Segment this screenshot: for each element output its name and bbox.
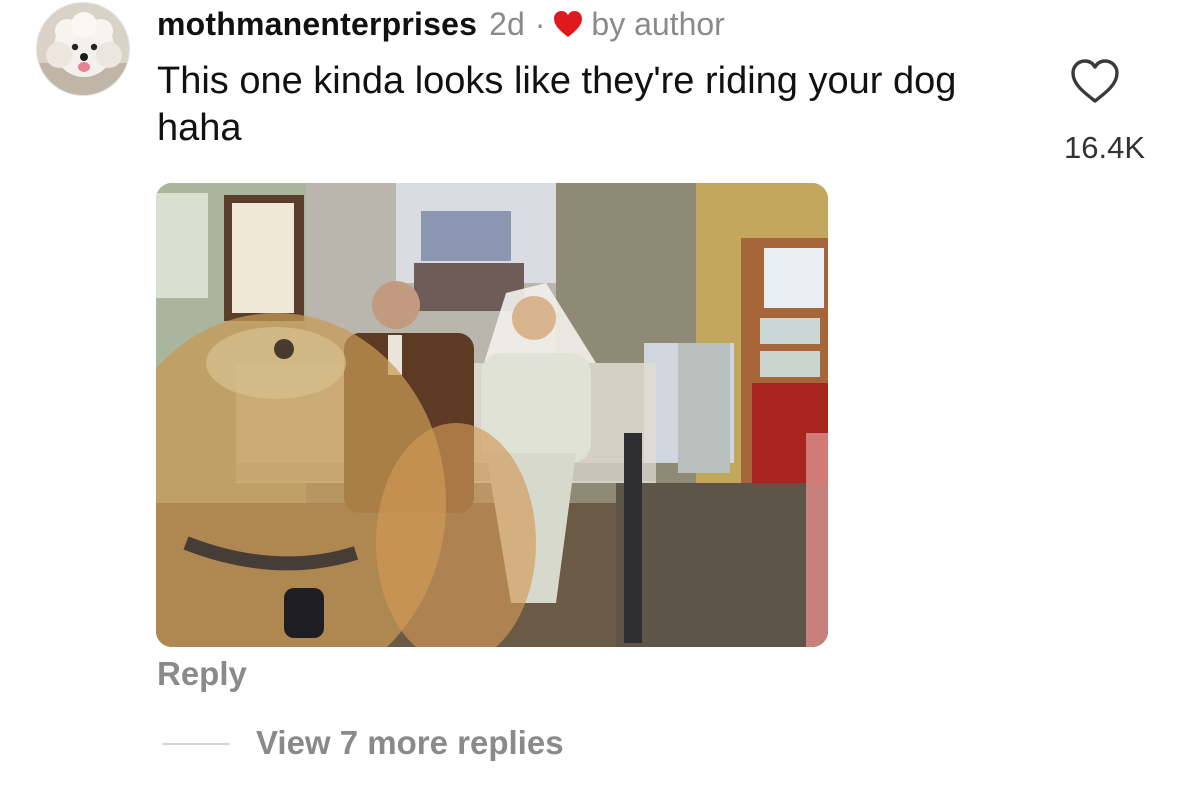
reply-button[interactable]: Reply — [157, 655, 247, 693]
comment-text: This one kinda looks like they're riding… — [157, 60, 957, 149]
comment-age: 2d — [489, 5, 525, 42]
like-count: 16.4K — [1063, 130, 1145, 165]
author-badge: by author — [591, 5, 725, 42]
separator-dot: · — [534, 5, 546, 42]
view-more-replies-button[interactable]: View 7 more replies — [256, 724, 564, 762]
thread-divider — [162, 743, 230, 745]
author-heart-icon — [553, 10, 583, 38]
user-avatar[interactable] — [36, 2, 130, 96]
comment-photo[interactable] — [156, 183, 828, 647]
comment-header: mothmanenterprises 2d · by author — [157, 4, 725, 44]
username[interactable]: mothmanenterprises — [157, 6, 477, 43]
poodle-avatar-icon — [37, 3, 129, 95]
heart-outline-icon[interactable] — [1070, 58, 1120, 104]
photo-image — [156, 183, 828, 647]
comment: mothmanenterprises 2d · by author This o… — [0, 0, 1179, 791]
